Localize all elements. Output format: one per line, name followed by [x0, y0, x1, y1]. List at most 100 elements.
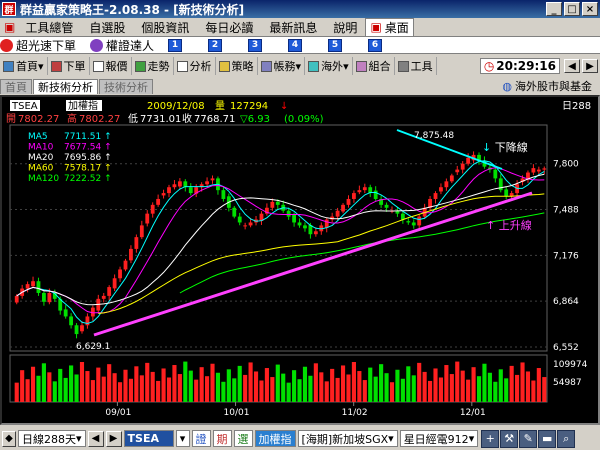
- downtrend-label: ↓ 下降線: [482, 140, 528, 154]
- star-select[interactable]: 星日經電912 ▾: [399, 430, 479, 447]
- period-prev-button[interactable]: ◀: [87, 430, 104, 447]
- candle-body: [542, 168, 547, 170]
- low-annotation: 6,629.1: [76, 342, 110, 352]
- menu-desktop[interactable]: ▣ 桌面: [365, 17, 414, 37]
- plus-icon[interactable]: +: [481, 429, 500, 448]
- close-button[interactable]: ×: [582, 2, 598, 16]
- toolbar-account[interactable]: 帳務 ▾: [258, 57, 306, 75]
- x-tick-label: 10/01: [224, 408, 250, 418]
- wrench-icon[interactable]: ⚒: [500, 429, 519, 448]
- quick-num-5[interactable]: 5: [328, 38, 343, 52]
- chart-index-name: 加權指: [68, 99, 98, 112]
- quote-icon: [92, 60, 104, 72]
- toolbar-combo[interactable]: 組合: [353, 57, 395, 75]
- volume-bar: [275, 364, 280, 402]
- toolbar-order[interactable]: 下單: [48, 57, 90, 75]
- symbol-input[interactable]: TSEA: [123, 430, 174, 447]
- eraser-icon[interactable]: ▬: [538, 429, 557, 448]
- globe-icon: ◍: [502, 79, 512, 93]
- candle-body: [346, 198, 351, 205]
- tab-home[interactable]: 首頁: [0, 79, 32, 94]
- volume-bar: [79, 362, 85, 402]
- overseas-link[interactable]: ◍ 海外股市與基金: [502, 78, 592, 94]
- low-label: 低: [128, 112, 138, 125]
- tab-technical[interactable]: 技術分析: [99, 79, 153, 94]
- candle-body: [107, 287, 112, 296]
- volume-bar: [422, 371, 427, 402]
- quick-num-1[interactable]: 1: [168, 38, 183, 52]
- candle-body: [303, 225, 307, 229]
- options-button[interactable]: 選: [233, 430, 253, 447]
- pencil-icon[interactable]: ✎: [519, 429, 538, 448]
- toolbar-home[interactable]: 首頁 ▾: [0, 57, 48, 75]
- toolbar-strategy[interactable]: 策略: [216, 57, 258, 75]
- volume-bar: [286, 382, 291, 402]
- y-tick-label: 7,800: [553, 160, 579, 170]
- volume-bar: [427, 380, 433, 402]
- period-next-button[interactable]: ▶: [105, 430, 122, 447]
- magnifier-icon[interactable]: ⌕: [557, 429, 576, 448]
- stock-button[interactable]: 證: [191, 430, 211, 447]
- candle-body: [221, 190, 226, 199]
- app-menu-icon[interactable]: ▣: [4, 20, 15, 34]
- futures-button[interactable]: 期: [212, 430, 232, 447]
- volume-bar: [270, 377, 275, 402]
- quick-num-4[interactable]: 4: [288, 38, 303, 52]
- maximize-button[interactable]: □: [564, 2, 580, 16]
- toolbar-tools[interactable]: 工具: [395, 57, 437, 75]
- order-icon: [50, 60, 62, 72]
- nav-back-button[interactable]: ◀: [564, 59, 580, 73]
- menu-stock-info[interactable]: 個股資訊: [133, 19, 197, 36]
- candle-body: [210, 178, 215, 181]
- menu-watchlist[interactable]: 自選股: [81, 19, 133, 36]
- toolbar-trend[interactable]: 走勢: [132, 57, 174, 75]
- warrant-icon: [90, 38, 104, 52]
- menu-help[interactable]: 說明: [325, 19, 365, 36]
- volume-bar: [400, 378, 405, 402]
- volume-bar: [335, 377, 340, 402]
- candle-body: [286, 210, 291, 217]
- close-label: 收: [182, 112, 192, 125]
- volume-bar: [373, 376, 378, 402]
- minimize-button[interactable]: _: [546, 2, 562, 16]
- y-tick-label: 7,176: [553, 251, 579, 261]
- quick-num-3[interactable]: 3: [248, 38, 263, 52]
- volume-bar: [63, 377, 68, 402]
- toolbar-overseas[interactable]: 海外 ▾: [305, 57, 353, 75]
- candle-body: [352, 193, 356, 199]
- ma-legend-value: 7677.54 ↑: [64, 143, 112, 153]
- quick-order[interactable]: 超光速下單: [0, 37, 76, 54]
- menu-news[interactable]: 最新訊息: [261, 19, 325, 36]
- overseas-select[interactable]: [海期]新加坡SGX ▾: [297, 430, 398, 447]
- period-select[interactable]: 日線288天 ▾: [18, 430, 86, 447]
- y-tick-label: 7,488: [553, 206, 579, 216]
- tab-new-technical[interactable]: 新技術分析: [33, 79, 98, 94]
- volume-bar: [319, 372, 324, 402]
- quick-warrant[interactable]: 權證達人: [90, 37, 154, 54]
- toolbar-analysis[interactable]: 分析: [174, 57, 216, 75]
- toolbar-quote[interactable]: 報價: [90, 57, 132, 75]
- volume-bar: [493, 381, 498, 402]
- nav-forward-button[interactable]: ▶: [582, 59, 598, 73]
- quick-num-2[interactable]: 2: [208, 38, 223, 52]
- volume-bar: [460, 370, 465, 402]
- candle-body: [232, 207, 237, 217]
- volume-bar: [411, 375, 416, 402]
- candle-body: [531, 168, 536, 173]
- menu-tools[interactable]: 工具總管: [17, 19, 81, 36]
- candle-body: [177, 181, 182, 187]
- chart-panel[interactable]: TSEA 加權指 2009/12/08 量 127294 ↓ 日288 開 78…: [0, 95, 600, 425]
- volume-bar: [188, 370, 193, 402]
- volume-bar: [253, 371, 259, 402]
- candle-body: [36, 281, 41, 293]
- volume-bar: [177, 374, 182, 402]
- status-menu-button[interactable]: ◆: [2, 430, 16, 447]
- candlestick-chart[interactable]: TSEA 加權指 2009/12/08 量 127294 ↓ 日288 開 78…: [2, 97, 598, 423]
- moving-averages: [16, 160, 545, 325]
- volume-bar: [417, 362, 422, 402]
- volume-bar: [101, 376, 106, 402]
- volume-bar: [20, 370, 25, 402]
- symbol-dropdown[interactable]: ▾: [175, 430, 190, 447]
- quick-num-6[interactable]: 6: [368, 38, 383, 52]
- menu-daily[interactable]: 每日必讀: [197, 19, 261, 36]
